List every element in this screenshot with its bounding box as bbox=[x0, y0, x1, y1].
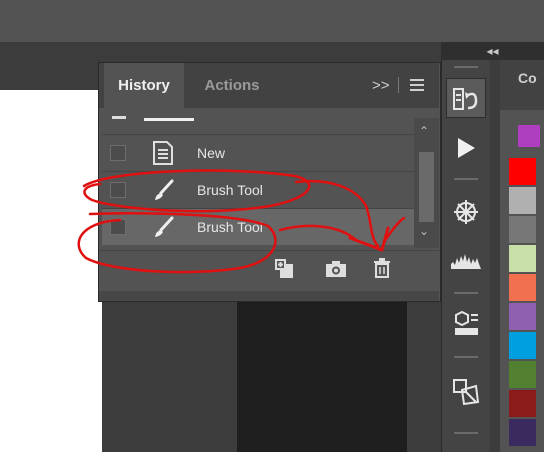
color-swatch[interactable] bbox=[509, 187, 536, 214]
history-item-new[interactable]: New bbox=[102, 134, 414, 171]
tab-history[interactable]: History bbox=[104, 63, 184, 108]
history-checkbox[interactable] bbox=[110, 219, 126, 235]
properties-icon[interactable] bbox=[446, 304, 486, 344]
strip-grip bbox=[454, 66, 478, 68]
strip-grip bbox=[454, 292, 478, 294]
navigator-icon[interactable] bbox=[446, 192, 486, 232]
play-action-icon[interactable] bbox=[446, 128, 486, 168]
histogram-icon[interactable] bbox=[446, 240, 486, 280]
collapse-panels-button[interactable]: ◂◂ bbox=[441, 42, 544, 60]
new-document-from-state-icon[interactable] bbox=[274, 258, 296, 280]
color-swatch[interactable] bbox=[509, 390, 536, 417]
selected-color-well[interactable] bbox=[514, 122, 544, 150]
color-swatch[interactable] bbox=[509, 419, 536, 446]
selected-color-swatch[interactable] bbox=[518, 125, 540, 147]
color-swatch[interactable] bbox=[509, 245, 536, 272]
history-item-brush-1[interactable]: Brush Tool bbox=[102, 171, 414, 208]
panel-menu-icon[interactable] bbox=[410, 79, 424, 91]
trash-icon[interactable] bbox=[373, 258, 391, 278]
expand-panels-button[interactable]: >> bbox=[372, 63, 390, 108]
document-icon bbox=[152, 141, 174, 165]
strip-grip bbox=[454, 432, 478, 434]
color-swatch[interactable] bbox=[509, 158, 536, 185]
scroll-down-icon[interactable]: ⌄ bbox=[419, 224, 429, 238]
tab-actions[interactable]: Actions bbox=[190, 63, 274, 108]
snapshot-thumbnail bbox=[144, 118, 194, 121]
panel-resize-grip[interactable] bbox=[99, 291, 439, 301]
tab-color[interactable]: Co bbox=[518, 70, 537, 86]
color-swatch[interactable] bbox=[509, 361, 536, 388]
strip-grip bbox=[454, 356, 478, 358]
brush-icon bbox=[152, 178, 176, 202]
application-bar bbox=[0, 0, 544, 42]
history-item-label: Brush Tool bbox=[197, 219, 263, 235]
scroll-up-icon[interactable]: ⌃ bbox=[419, 124, 429, 138]
pasteboard-area bbox=[237, 300, 407, 452]
history-item-brush-2[interactable]: Brush Tool bbox=[102, 208, 414, 245]
brush-icon bbox=[152, 215, 176, 239]
history-checkbox[interactable] bbox=[110, 182, 126, 198]
history-checkbox[interactable] bbox=[110, 145, 126, 161]
strip-grip bbox=[454, 178, 478, 180]
history-item-label: Brush Tool bbox=[197, 182, 263, 198]
history-panel-icon[interactable] bbox=[446, 78, 486, 118]
swatch-grid bbox=[507, 158, 544, 452]
camera-icon[interactable] bbox=[325, 260, 347, 278]
panel-icon-strip bbox=[441, 60, 490, 452]
tab-divider bbox=[398, 77, 399, 93]
history-item-label: New bbox=[197, 145, 226, 161]
color-swatch[interactable] bbox=[509, 216, 536, 243]
history-snapshot-row[interactable] bbox=[102, 110, 414, 134]
scrollbar-thumb[interactable] bbox=[419, 152, 434, 222]
color-swatch[interactable] bbox=[509, 274, 536, 301]
document-canvas[interactable] bbox=[0, 90, 102, 452]
snapshot-brush-icon bbox=[112, 116, 126, 119]
color-swatch[interactable] bbox=[509, 332, 536, 359]
color-swatch[interactable] bbox=[509, 303, 536, 330]
transform-icon[interactable] bbox=[446, 372, 486, 412]
